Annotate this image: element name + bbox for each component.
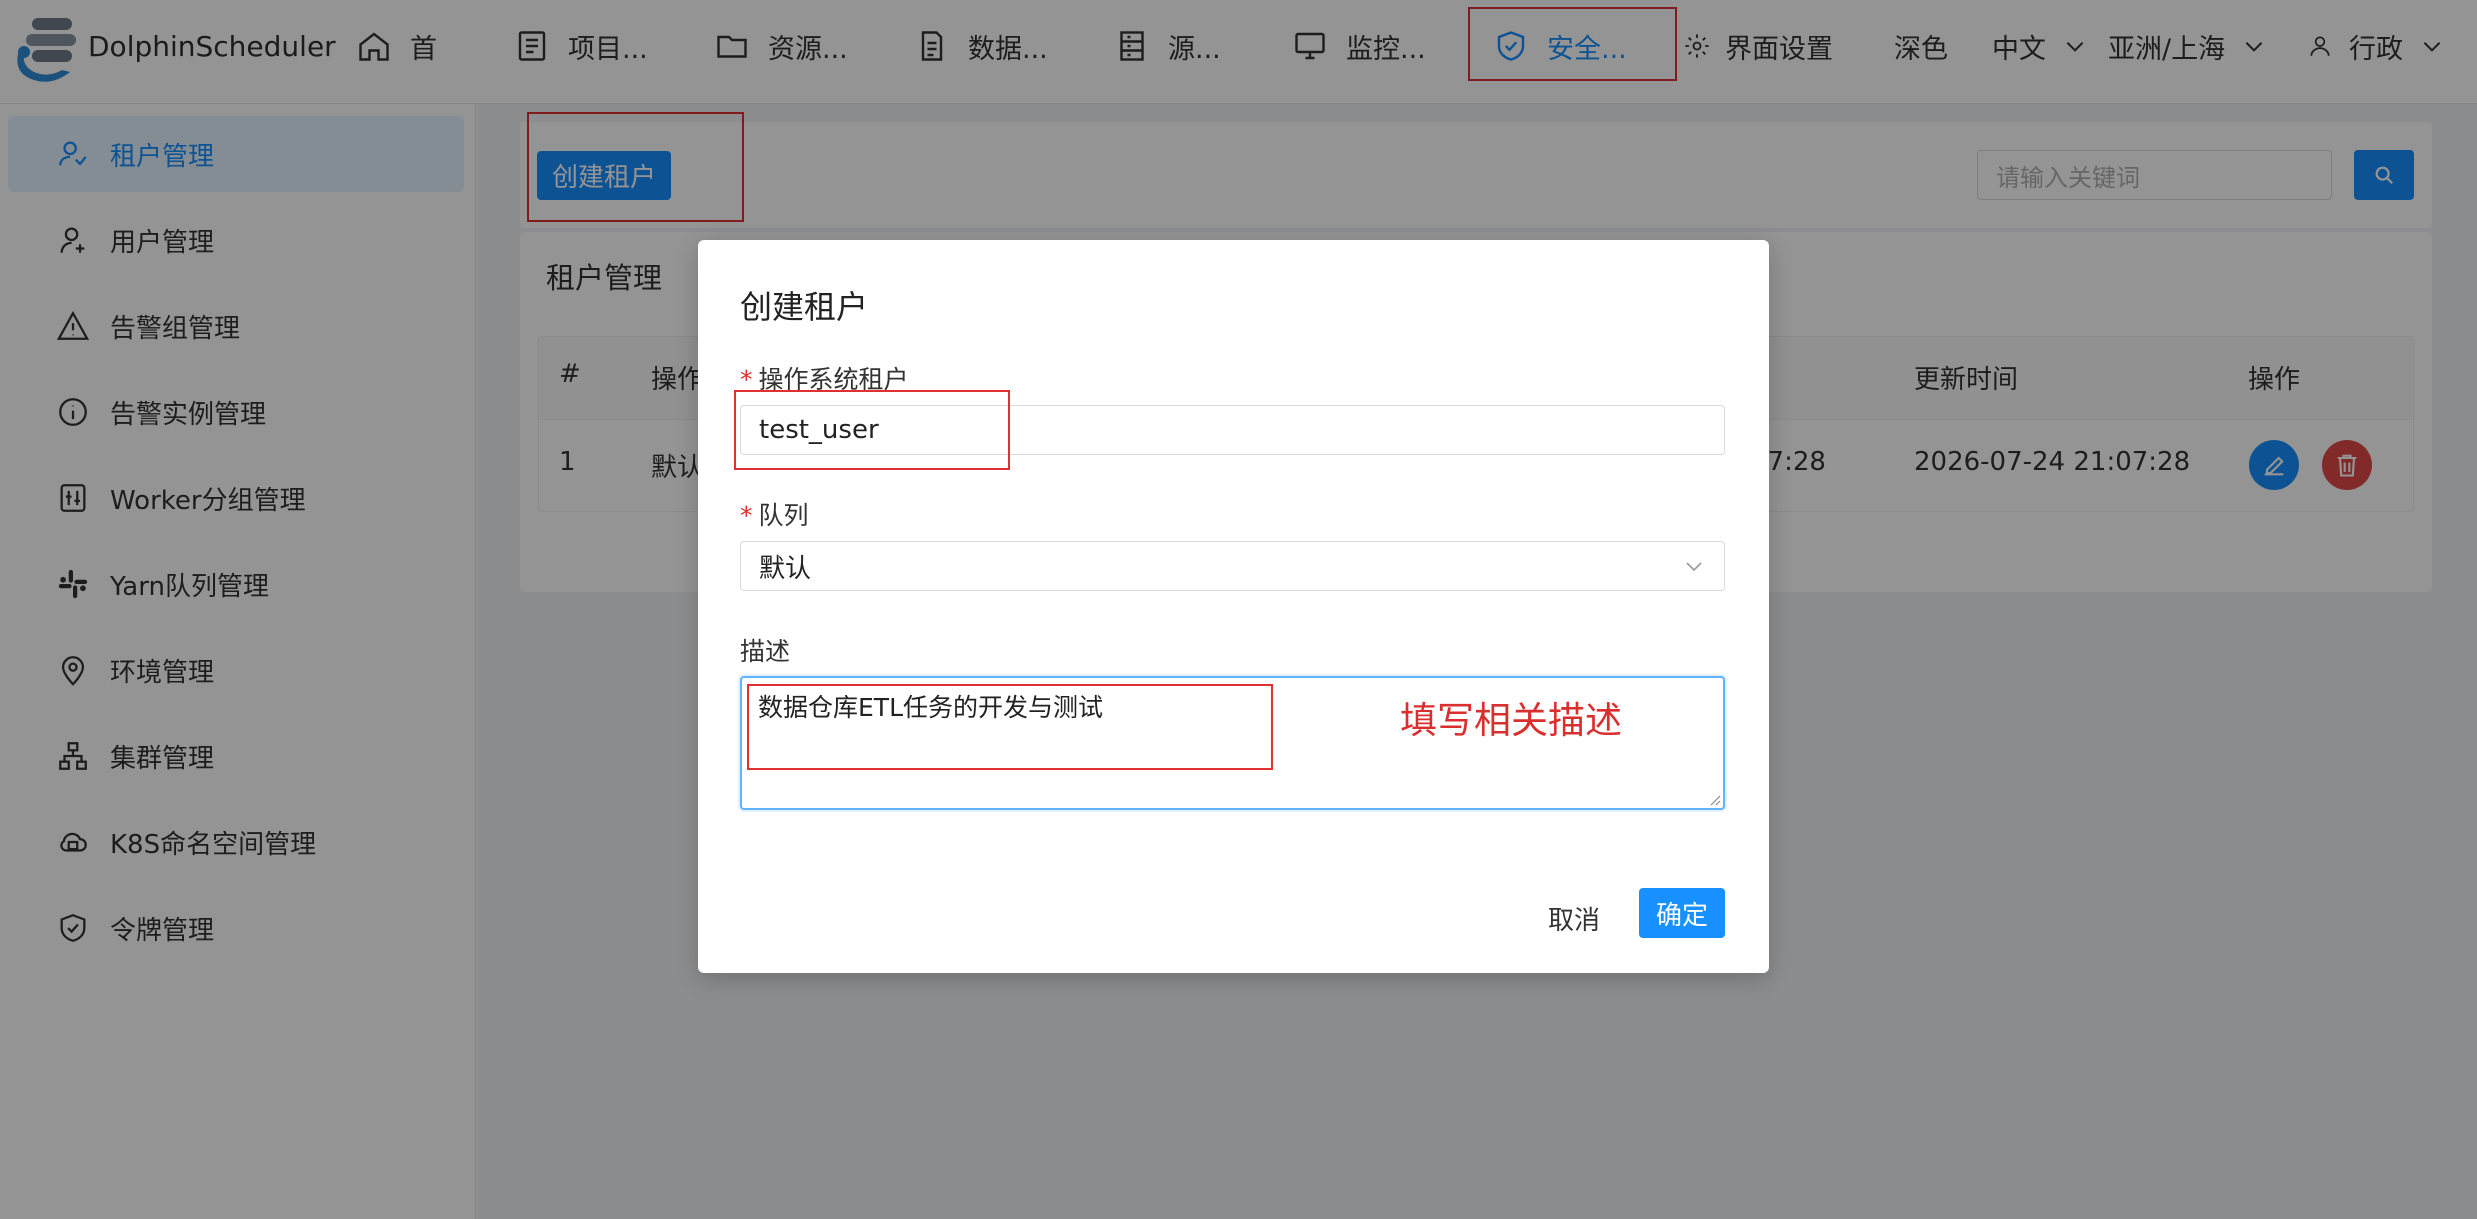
highlight-description-text xyxy=(747,684,1273,770)
chevron-down-icon xyxy=(1686,562,1702,572)
modal-title: 创建租户 xyxy=(740,288,869,326)
queue-select[interactable]: 默认 xyxy=(740,541,1725,591)
description-label: 描述 xyxy=(740,637,791,666)
confirm-button[interactable]: 确定 xyxy=(1639,888,1725,938)
required-mark: * xyxy=(740,501,753,530)
create-tenant-modal: 创建租户 * 操作系统租户 test_user * 队列 默认 描述 数据仓库ETL… xyxy=(698,240,1769,973)
queue-value: 默认 xyxy=(759,553,812,584)
cancel-button[interactable]: 取消 xyxy=(1548,900,1600,937)
highlight-tenant-input xyxy=(734,390,1010,470)
queue-label: * 队列 xyxy=(740,496,809,532)
resize-handle-icon[interactable] xyxy=(1707,792,1721,806)
annotation-fill-description: 填写相关描述 xyxy=(1400,699,1622,742)
queue-label-text: 队列 xyxy=(758,501,809,530)
